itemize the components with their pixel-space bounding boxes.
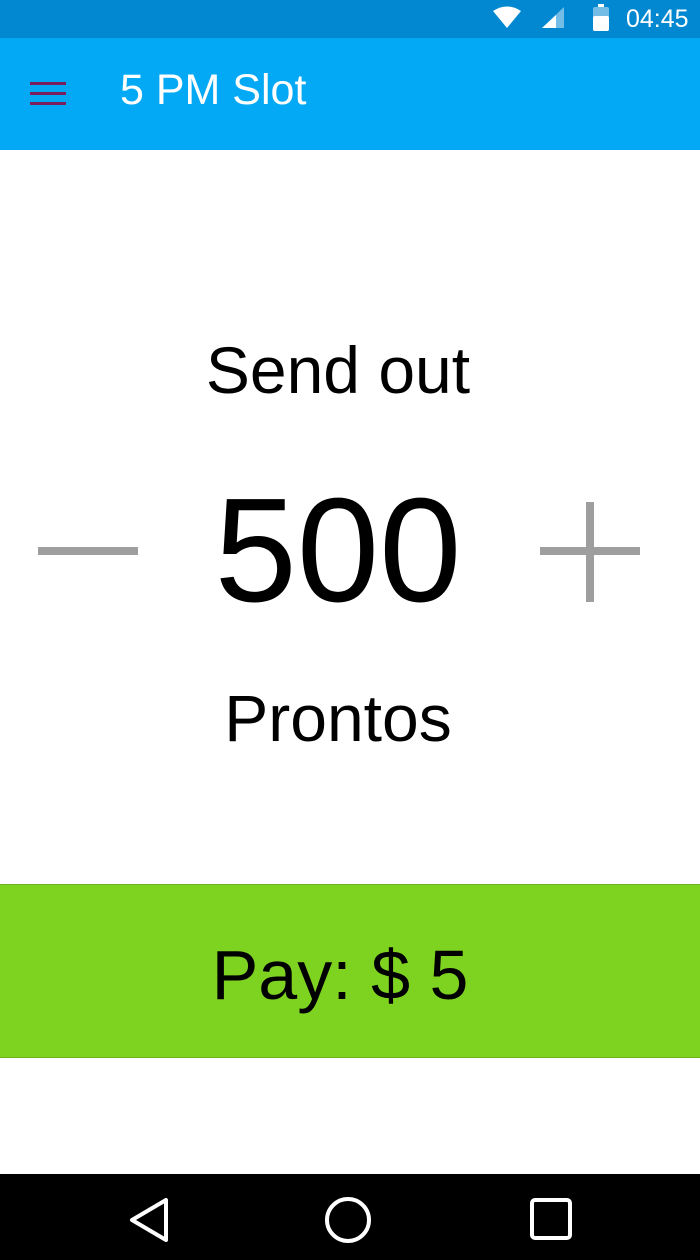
back-icon[interactable] — [126, 1196, 174, 1244]
recents-icon[interactable] — [528, 1196, 576, 1244]
pay-button-label: Pay: $ 5 — [211, 936, 469, 1014]
cell-signal-icon — [542, 7, 564, 28]
pay-button[interactable]: Pay: $ 5 — [0, 884, 700, 1058]
app-bar: 5 PM Slot — [0, 38, 700, 150]
hamburger-menu-icon[interactable] — [18, 68, 78, 120]
system-nav-bar — [0, 1174, 700, 1260]
home-icon[interactable] — [324, 1196, 372, 1244]
unit-label: Prontos — [224, 681, 452, 755]
status-time: 04:45 — [626, 5, 689, 33]
page-title: 5 PM Slot — [120, 66, 307, 114]
increment-button[interactable] — [530, 492, 650, 612]
battery-icon — [593, 4, 609, 31]
wifi-icon — [493, 6, 521, 28]
send-out-label: Send out — [205, 333, 471, 407]
status-bar: 04:45 — [0, 0, 700, 38]
plus-icon — [540, 502, 640, 602]
